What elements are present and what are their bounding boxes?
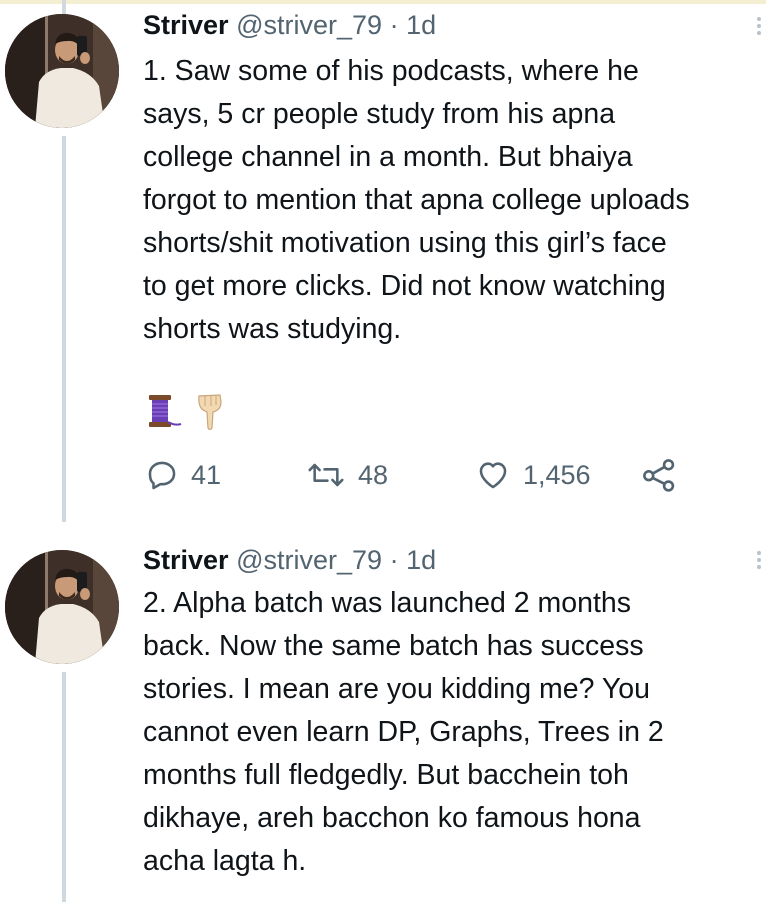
tweet-2[interactable]: Striver @striver_79 · 1d 2. Alpha batch … bbox=[0, 530, 766, 902]
tweet-text-line: says, 5 cr people study from his apna bbox=[143, 98, 616, 130]
tweet-timestamp[interactable]: 1d bbox=[406, 545, 436, 575]
tweet-text-line: dikhaye, areh bacchon ko famous hona bbox=[143, 802, 641, 834]
thread-connector-line bbox=[62, 136, 66, 522]
author-name[interactable]: Striver bbox=[143, 10, 229, 40]
tweet-text-line: shorts/shit motivation using this girl’s… bbox=[143, 227, 667, 259]
tweet-text-line: college channel in a month. But bhaiya bbox=[143, 141, 633, 173]
separator-dot: · bbox=[389, 10, 399, 40]
more-options-icon[interactable] bbox=[752, 548, 766, 580]
separator-dot: · bbox=[389, 545, 399, 575]
author-handle[interactable]: @striver_79 bbox=[236, 10, 382, 40]
author-handle[interactable]: @striver_79 bbox=[236, 545, 382, 575]
tweet-text-line: cannot even learn DP, Graphs, Trees in 2 bbox=[143, 716, 664, 748]
tweet-actions: 41 48 1,456 bbox=[143, 455, 703, 495]
tweet-text-line: shorts was studying. bbox=[143, 313, 402, 345]
tweet-text-line: months full fledgedly. But bacchein toh bbox=[143, 759, 629, 791]
tweet-text-line: forgot to mention that apna college uplo… bbox=[143, 184, 690, 216]
author-avatar[interactable] bbox=[5, 14, 119, 128]
tweet-text-line: stories. I mean are you kidding me? You bbox=[143, 673, 650, 705]
retweet-count: 48 bbox=[358, 459, 389, 490]
pointing-down-hand-icon bbox=[198, 394, 222, 431]
reply-icon bbox=[148, 461, 176, 490]
tweet-timestamp[interactable]: 1d bbox=[406, 10, 436, 40]
author-avatar[interactable] bbox=[5, 550, 119, 664]
reply-button[interactable]: 41 bbox=[145, 455, 221, 495]
tweet-1[interactable]: Striver @striver_79 · 1d 1. Saw some of … bbox=[0, 0, 766, 522]
tweet-text-line: 1. Saw some of his podcasts, where he bbox=[143, 55, 639, 87]
tweet-text-line: back. Now the same batch has success bbox=[143, 630, 644, 662]
tweet-text: 2. Alpha batch was launched 2 months bac… bbox=[143, 582, 766, 883]
retweet-button[interactable]: 48 bbox=[306, 455, 388, 495]
like-count: 1,456 bbox=[523, 459, 591, 490]
reply-count: 41 bbox=[191, 459, 222, 490]
tweet-header: Striver @striver_79 · 1d bbox=[143, 9, 436, 41]
author-name[interactable]: Striver bbox=[143, 545, 229, 575]
retweet-icon bbox=[308, 463, 344, 487]
spool-of-thread-icon bbox=[149, 395, 182, 427]
share-button[interactable] bbox=[640, 455, 678, 495]
like-button[interactable]: 1,456 bbox=[475, 455, 591, 495]
tweet-header: Striver @striver_79 · 1d bbox=[143, 544, 436, 576]
tweet-text-line: to get more clicks. Did not know watchin… bbox=[143, 270, 666, 302]
tweet-text-line: acha lagta h. bbox=[143, 845, 307, 877]
thread-connector-line bbox=[62, 672, 66, 902]
tweet-text: 1. Saw some of his podcasts, where he sa… bbox=[143, 50, 766, 351]
share-icon bbox=[643, 459, 675, 492]
heart-icon bbox=[479, 462, 507, 489]
more-options-icon[interactable] bbox=[752, 14, 766, 46]
tweet-text-line: 2. Alpha batch was launched 2 months bbox=[143, 587, 631, 619]
